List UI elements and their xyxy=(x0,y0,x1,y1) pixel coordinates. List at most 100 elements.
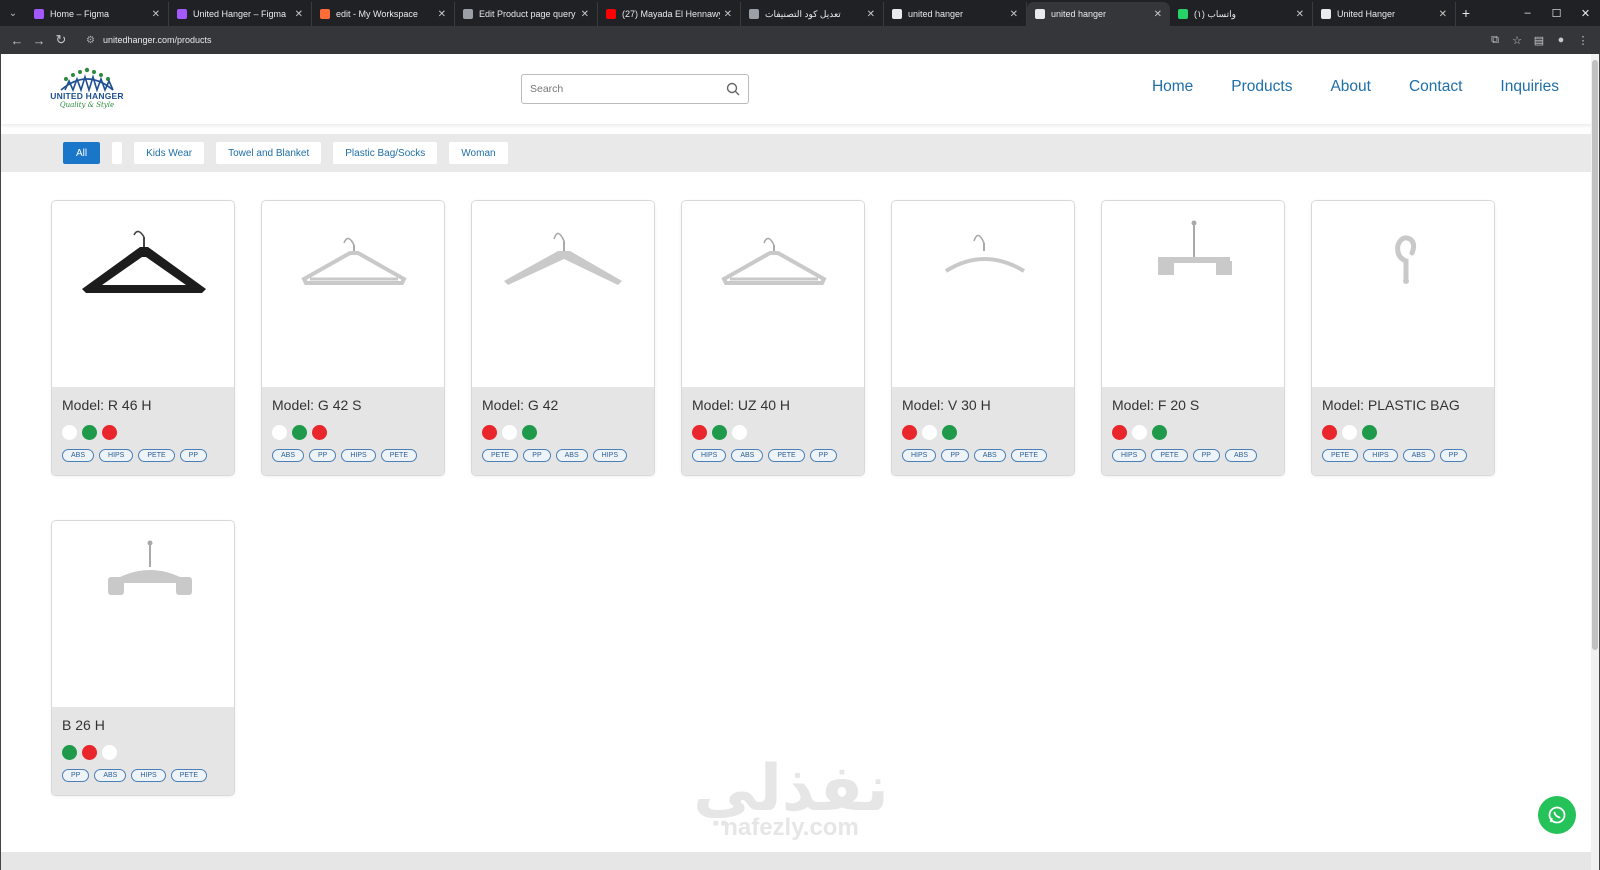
material-tag: PP xyxy=(309,449,337,462)
color-swatch-white[interactable] xyxy=(922,425,937,440)
tab-close-icon[interactable]: ✕ xyxy=(1010,9,1018,20)
back-icon[interactable]: ← xyxy=(6,33,28,48)
product-image[interactable] xyxy=(892,201,1074,387)
color-swatch-green[interactable] xyxy=(712,425,727,440)
browser-tab[interactable]: تعديل كود التصنيفات ✕ xyxy=(741,2,884,26)
filter-chip[interactable] xyxy=(112,142,123,164)
nav-home[interactable]: Home xyxy=(1152,78,1193,96)
filter-chip[interactable]: All xyxy=(63,142,101,164)
color-swatch-white[interactable] xyxy=(732,425,747,440)
product-card[interactable]: Model: G 42 S ABS PP HIPS PETE xyxy=(261,200,445,476)
search-icon[interactable] xyxy=(726,82,740,96)
browser-tab[interactable]: Edit Product page query ✕ xyxy=(455,2,598,26)
color-swatch-red[interactable] xyxy=(82,745,97,760)
color-swatch-white[interactable] xyxy=(102,745,117,760)
nav-products[interactable]: Products xyxy=(1231,78,1292,96)
nav-inquiries[interactable]: Inquiries xyxy=(1500,78,1559,96)
tab-close-icon[interactable]: ✕ xyxy=(1296,9,1304,20)
close-window-icon[interactable]: ✕ xyxy=(1571,7,1600,20)
color-swatch-red[interactable] xyxy=(312,425,327,440)
page-scrollbar[interactable] xyxy=(1591,54,1599,870)
logo-tagline: Quality & Style xyxy=(59,101,115,109)
product-card[interactable]: Model: F 20 S HIPS PETE PP ABS xyxy=(1101,200,1285,476)
forward-icon[interactable]: → xyxy=(28,33,50,48)
product-image[interactable] xyxy=(682,201,864,387)
filter-chip[interactable]: Towel and Blanket xyxy=(216,142,322,164)
product-card[interactable]: B 26 H PP ABS HIPS PETE xyxy=(51,520,235,796)
product-image[interactable] xyxy=(262,201,444,387)
filter-chip[interactable]: Woman xyxy=(449,142,508,164)
tab-close-icon[interactable]: ✕ xyxy=(1439,9,1447,20)
tab-close-icon[interactable]: ✕ xyxy=(295,9,303,20)
color-swatch-red[interactable] xyxy=(1322,425,1337,440)
product-card[interactable]: Model: V 30 H HIPS PP ABS PETE xyxy=(891,200,1075,476)
browser-tab[interactable]: edit - My Workspace ✕ xyxy=(312,2,455,26)
nav-about[interactable]: About xyxy=(1330,78,1371,96)
product-image[interactable] xyxy=(52,201,234,387)
united-hanger-logo[interactable]: UNITED HANGER Quality & Style xyxy=(47,64,127,116)
tab-close-icon[interactable]: ✕ xyxy=(438,9,446,20)
tab-close-icon[interactable]: ✕ xyxy=(724,9,732,20)
product-card[interactable]: Model: R 46 H ABS HIPS PETE PP xyxy=(51,200,235,476)
new-tab-icon[interactable]: + xyxy=(1456,5,1476,21)
color-swatch-red[interactable] xyxy=(1112,425,1127,440)
reload-icon[interactable]: ↻ xyxy=(50,32,72,48)
browser-tab[interactable]: United Hanger – Figma ✕ xyxy=(169,2,312,26)
color-swatch-white[interactable] xyxy=(1342,425,1357,440)
color-swatch-green[interactable] xyxy=(522,425,537,440)
browser-tab[interactable]: united hanger ✕ xyxy=(1027,2,1170,26)
tab-title: (27) Mayada El Hennawy - Ehl xyxy=(622,9,720,19)
install-app-icon[interactable]: ⧉ xyxy=(1484,34,1506,47)
browser-tab[interactable]: United Hanger ✕ xyxy=(1313,2,1456,26)
product-card[interactable]: Model: G 42 PETE PP ABS HIPS xyxy=(471,200,655,476)
bookmark-star-icon[interactable]: ☆ xyxy=(1506,34,1528,47)
color-swatch-white[interactable] xyxy=(272,425,287,440)
url-field[interactable]: ⚙ unitedhanger.com/products xyxy=(78,29,1478,51)
color-swatch-green[interactable] xyxy=(62,745,77,760)
product-info: Model: G 42 S ABS PP HIPS PETE xyxy=(262,387,444,475)
material-tag: PP xyxy=(62,769,90,782)
tab-close-icon[interactable]: ✕ xyxy=(581,9,589,20)
color-swatch-red[interactable] xyxy=(692,425,707,440)
tab-search-icon[interactable]: ⌄ xyxy=(0,0,26,26)
product-card[interactable]: Model: PLASTIC BAG PETE HIPS ABS PP xyxy=(1311,200,1495,476)
scrollbar-thumb[interactable] xyxy=(1592,60,1598,650)
color-swatch-red[interactable] xyxy=(102,425,117,440)
profile-avatar-icon[interactable]: ● xyxy=(1550,34,1572,47)
tab-title: Edit Product page query xyxy=(479,9,576,19)
tab-close-icon[interactable]: ✕ xyxy=(152,9,160,20)
filter-chip[interactable]: Kids Wear xyxy=(134,142,205,164)
material-tag: PP xyxy=(809,449,837,462)
color-swatch-red[interactable] xyxy=(482,425,497,440)
browser-tab[interactable]: (27) Mayada El Hennawy - Ehl ✕ xyxy=(598,2,741,26)
tab-close-icon[interactable]: ✕ xyxy=(867,9,875,20)
maximize-icon[interactable]: ☐ xyxy=(1542,7,1571,20)
browser-menu-icon[interactable]: ⋮ xyxy=(1572,34,1594,47)
material-tag: ABS xyxy=(62,449,95,462)
color-swatch-green[interactable] xyxy=(942,425,957,440)
color-swatch-white[interactable] xyxy=(502,425,517,440)
color-swatch-green[interactable] xyxy=(292,425,307,440)
product-image[interactable] xyxy=(1102,201,1284,387)
extensions-icon[interactable]: ▤ xyxy=(1528,34,1550,47)
color-swatch-green[interactable] xyxy=(1362,425,1377,440)
filter-chip[interactable]: Plastic Bag/Socks xyxy=(333,142,438,164)
product-image[interactable] xyxy=(1312,201,1494,387)
browser-tab[interactable]: Home – Figma ✕ xyxy=(26,2,169,26)
color-swatch-red[interactable] xyxy=(902,425,917,440)
color-swatch-green[interactable] xyxy=(1152,425,1167,440)
site-info-icon[interactable]: ⚙ xyxy=(86,35,95,46)
minimize-icon[interactable]: – xyxy=(1513,7,1542,20)
browser-tab[interactable]: (١) واتساب ✕ xyxy=(1170,2,1313,26)
product-image[interactable] xyxy=(472,201,654,387)
nav-contact[interactable]: Contact xyxy=(1409,78,1462,96)
color-swatch-green[interactable] xyxy=(82,425,97,440)
color-swatch-white[interactable] xyxy=(62,425,77,440)
color-swatch-white[interactable] xyxy=(1132,425,1147,440)
browser-tab[interactable]: united hanger ✕ xyxy=(884,2,1027,26)
whatsapp-chat-button[interactable] xyxy=(1538,796,1576,834)
search-input[interactable] xyxy=(530,83,726,95)
product-image[interactable] xyxy=(52,521,234,707)
product-card[interactable]: Model: UZ 40 H HIPS ABS PETE PP xyxy=(681,200,865,476)
tab-close-icon[interactable]: ✕ xyxy=(1154,9,1162,20)
